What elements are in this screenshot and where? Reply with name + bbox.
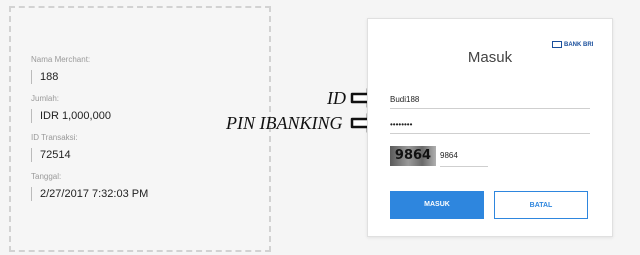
pin-input[interactable]: •••••••• — [390, 120, 590, 134]
amount-field: Jumlah: IDR 1,000,000 — [31, 94, 111, 123]
merchant-value: 188 — [31, 70, 90, 84]
amount-value: IDR 1,000,000 — [31, 109, 111, 123]
bank-logo-icon — [552, 41, 562, 48]
cancel-button[interactable]: BATAL — [494, 191, 588, 219]
login-title: Masuk — [467, 49, 513, 66]
id-input[interactable]: Budi188 — [390, 95, 590, 109]
login-button[interactable]: MASUK — [390, 191, 484, 219]
date-label: Tanggal: — [31, 172, 62, 181]
bank-logo-text: BANK BRI — [564, 41, 594, 48]
date-field: Tanggal: 2/27/2017 7:32:03 PM — [31, 172, 148, 201]
merchant-label: Nama Merchant: — [31, 55, 91, 64]
captcha-image: 9864 — [390, 146, 436, 166]
transaction-id-field: ID Transaksi: 72514 — [31, 133, 78, 162]
merchant-field: Nama Merchant: 188 — [31, 55, 90, 84]
login-card: BANK BRI Masuk Budi188 •••••••• 9864 986… — [367, 18, 613, 237]
transaction-id-label: ID Transaksi: — [31, 133, 78, 142]
date-value: 2/27/2017 7:32:03 PM — [31, 187, 148, 201]
captcha-input[interactable]: 9864 — [440, 146, 488, 167]
amount-label: Jumlah: — [31, 94, 60, 103]
pin-annotation: PIN IBANKING — [226, 113, 343, 133]
bank-logo: BANK BRI — [552, 41, 593, 48]
id-annotation: ID — [327, 88, 346, 108]
transaction-id-value: 72514 — [31, 148, 78, 162]
